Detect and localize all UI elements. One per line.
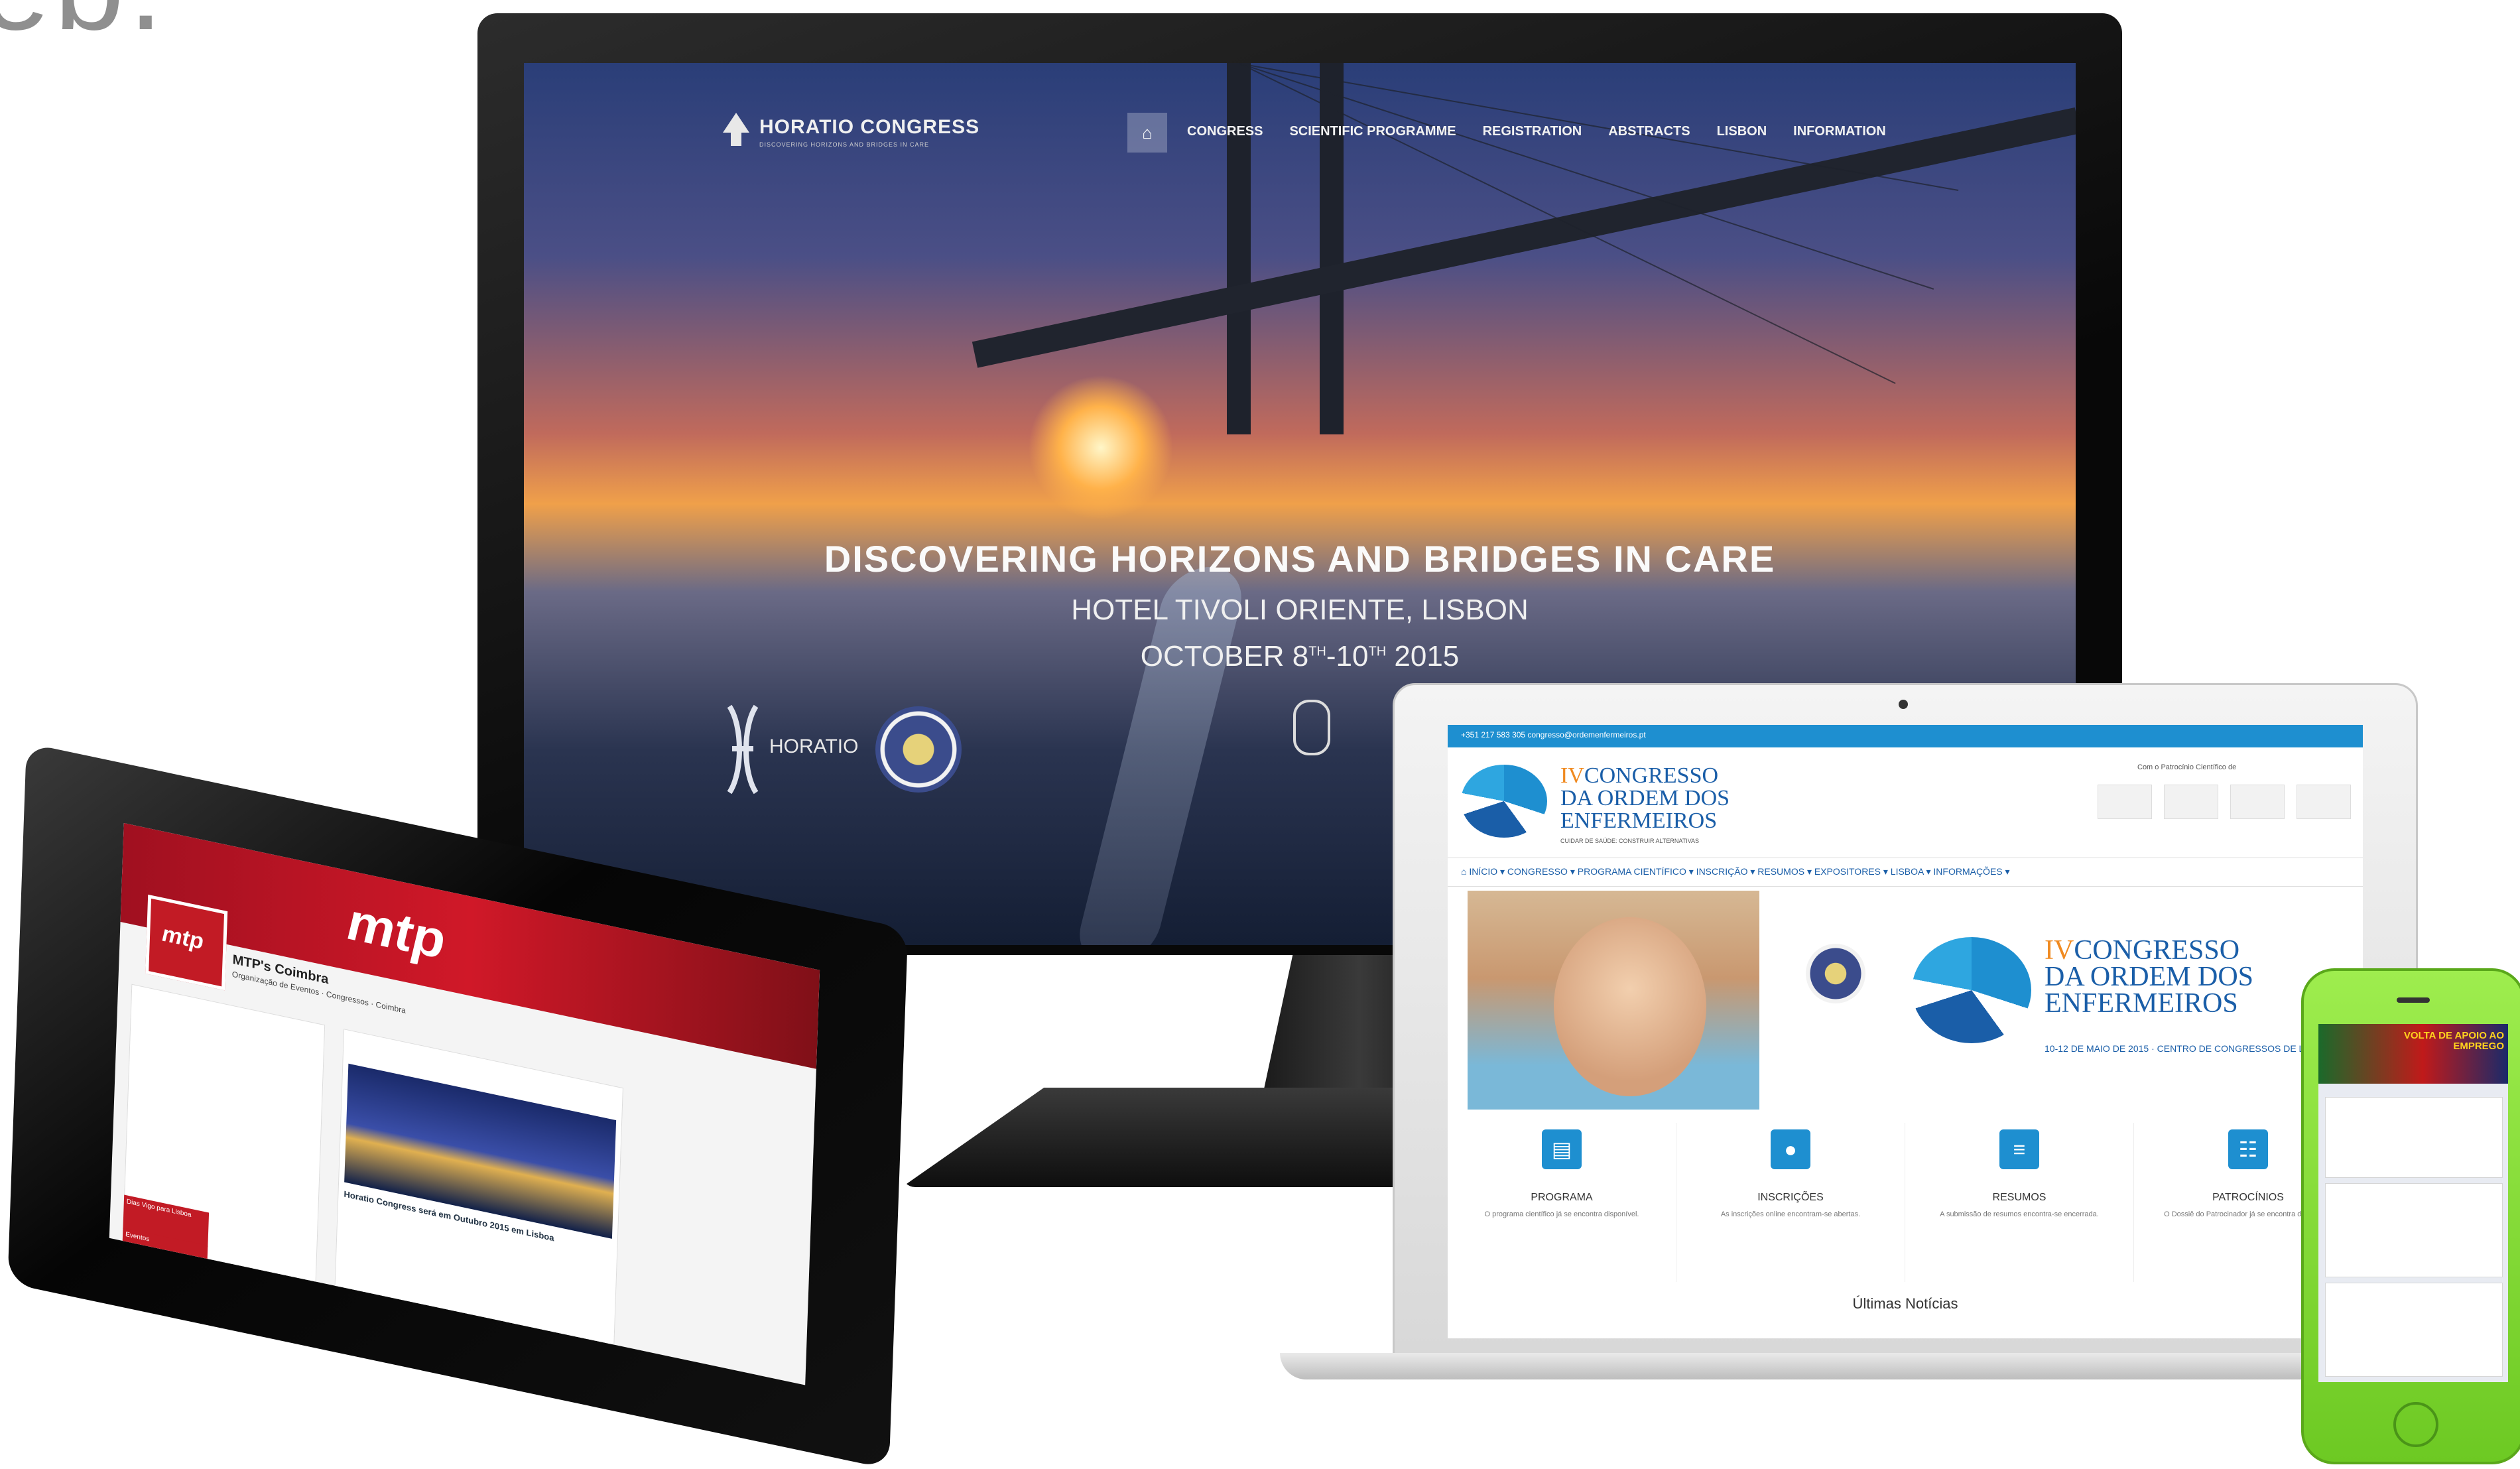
- order-seal-icon: [1806, 944, 1865, 1003]
- sun: [1028, 375, 1174, 521]
- site-logo-subtitle: DISCOVERING HORIZONS AND BRIDGES IN CARE: [759, 141, 930, 148]
- card-title: PROGRAMA: [1531, 1192, 1593, 1203]
- hero-date: 10-12 DE MAIO DE 2015 · CENTRO DE CONGRE…: [2045, 1043, 2333, 1054]
- speaker-icon: [2397, 997, 2430, 1003]
- background-heading: eb.: [0, 0, 167, 58]
- nav-item-lisbon[interactable]: LISBON: [1717, 124, 1767, 139]
- hero-date-sup: TH: [1368, 644, 1387, 659]
- congress-logo-icon[interactable]: [1461, 765, 1547, 838]
- sponsor-badge: [2164, 785, 2218, 819]
- home-button[interactable]: [2393, 1402, 2438, 1447]
- nurse-photo: [1468, 891, 1759, 1110]
- site-logo-title[interactable]: HORATIO CONGRESS: [759, 116, 979, 139]
- card-desc: O programa científico já se encontra dis…: [1484, 1210, 1639, 1218]
- tree-logo-icon: [723, 113, 749, 146]
- nav-menu[interactable]: ⌂ INÍCIO ▾ CONGRESSO ▾ PROGRAMA CIENTÍFI…: [1461, 866, 2010, 877]
- sponsor-badge: [2297, 785, 2351, 819]
- nav-item-registration[interactable]: REGISTRATION: [1483, 124, 1582, 139]
- site-header: HORATIO CONGRESS DISCOVERING HORIZONS AN…: [524, 63, 2076, 169]
- sponsor-badge: [2230, 785, 2285, 819]
- nav-item-abstracts[interactable]: ABSTRACTS: [1608, 124, 1690, 139]
- brand-line: ENFERMEIROS: [1560, 808, 1718, 833]
- brand-tagline: CUIDAR DE SAÚDE: CONSTRUIR ALTERNATIVAS: [1560, 838, 1700, 844]
- brand-line: DA ORDEM DOS: [1560, 786, 1730, 810]
- grid-icon: ☷: [2228, 1129, 2268, 1169]
- main-nav: ⌂ INÍCIO ▾ CONGRESSO ▾ PROGRAMA CIENTÍFI…: [1448, 858, 2363, 887]
- tablet-screen: mtp mtp MTP's Coimbra Organização de Eve…: [109, 823, 820, 1385]
- book-icon: ▤: [1542, 1129, 1582, 1169]
- feature-cards: ▤ PROGRAMA O programa científico já se e…: [1448, 1123, 2363, 1282]
- brand-line: ENFERMEIROS: [2045, 988, 2238, 1019]
- hero-date: OCTOBER 8TH-10TH 2015: [524, 640, 2076, 673]
- card-inscricoes[interactable]: ● INSCRIÇÕES As inscrições online encont…: [1676, 1123, 1905, 1282]
- sponsor-badge: [2098, 785, 2152, 819]
- card-title: INSCRIÇÕES: [1757, 1192, 1824, 1203]
- cover-logo-text: mtp: [346, 891, 446, 970]
- hero-brand: IVCONGRESSO DA ORDEM DOS ENFERMEIROS: [2045, 936, 2253, 1019]
- list-icon: ≡: [1999, 1129, 2039, 1169]
- nurse-face: [1554, 917, 1706, 1096]
- hero-banner: IVCONGRESSO DA ORDEM DOS ENFERMEIROS 10-…: [1448, 891, 2363, 1110]
- sponsor-label: Com o Patrocínio Científico de: [2137, 763, 2237, 771]
- camera-icon: [1899, 700, 1908, 709]
- congress-brand: IVCONGRESSO DA ORDEM DOS ENFERMEIROS: [1560, 765, 1730, 832]
- user-icon: ●: [1771, 1129, 1810, 1169]
- feed-post[interactable]: [2325, 1183, 2503, 1277]
- brand-line: CONGRESSO: [1584, 763, 1719, 788]
- avatar[interactable]: mtp: [145, 894, 228, 991]
- hero-date-mid: -10: [1326, 640, 1369, 672]
- nav-item-congress[interactable]: CONGRESS: [1187, 124, 1263, 139]
- card-resumos[interactable]: ≡ RESUMOS A submissão de resumos encontr…: [1905, 1123, 2134, 1282]
- home-icon[interactable]: ⌂: [1127, 113, 1167, 153]
- horatio-logo: HORATIO: [727, 704, 858, 795]
- congress-swirl-icon: [1912, 937, 2031, 1043]
- laptop: +351 217 583 305 congresso@ordemenfermei…: [1393, 683, 2418, 1357]
- card-title: RESUMOS: [1992, 1192, 2047, 1203]
- feed-post[interactable]: [2325, 1097, 2503, 1178]
- card-programa[interactable]: ▤ PROGRAMA O programa científico já se e…: [1448, 1123, 1676, 1282]
- post-card: Horatio Congress será em Outubro 2015 em…: [334, 1029, 623, 1353]
- card-desc: As inscrições online encontram-se aberta…: [1720, 1210, 1861, 1218]
- site-nav: CONGRESS SCIENTIFIC PROGRAMME REGISTRATI…: [1187, 124, 1886, 139]
- contact-info[interactable]: +351 217 583 305 congresso@ordemenfermei…: [1461, 730, 1646, 739]
- hero-venue: HOTEL TIVOLI ORIENTE, LISBON: [1071, 594, 1529, 626]
- contact-bar: +351 217 583 305 congresso@ordemenfermei…: [1448, 725, 2363, 747]
- avatar-text: mtp: [161, 921, 204, 955]
- hero-date-prefix: OCTOBER 8: [1140, 640, 1309, 672]
- facebook-cover: VOLTA DE APOIO AO EMPREGO: [2318, 1024, 2508, 1084]
- news-heading: Últimas Notícias: [1852, 1295, 1958, 1312]
- scroll-indicator-icon[interactable]: [1293, 700, 1330, 755]
- order-seal-icon: [875, 706, 962, 793]
- phone: VOLTA DE APOIO AO EMPREGO: [2301, 968, 2520, 1464]
- brand-numeral: IV: [1560, 763, 1584, 788]
- laptop-screen: +351 217 583 305 congresso@ordemenfermei…: [1448, 725, 2363, 1338]
- nav-item-information[interactable]: INFORMATION: [1793, 124, 1886, 139]
- post-image[interactable]: [344, 1063, 617, 1239]
- hero-date-suffix: 2015: [1386, 640, 1460, 672]
- card-desc: A submissão de resumos encontra-se encer…: [1940, 1210, 2099, 1218]
- hero-date-sup: TH: [1308, 644, 1326, 659]
- feed-post[interactable]: [2325, 1283, 2503, 1377]
- hero-title: DISCOVERING HORIZONS AND BRIDGES IN CARE: [824, 538, 1776, 580]
- nav-item-scientific-programme[interactable]: SCIENTIFIC PROGRAMME: [1289, 124, 1456, 139]
- horatio-logo-text: HORATIO: [769, 735, 858, 757]
- cover-text: VOLTA DE APOIO AO EMPREGO: [2403, 1030, 2504, 1052]
- phone-screen: VOLTA DE APOIO AO EMPREGO: [2318, 1024, 2508, 1382]
